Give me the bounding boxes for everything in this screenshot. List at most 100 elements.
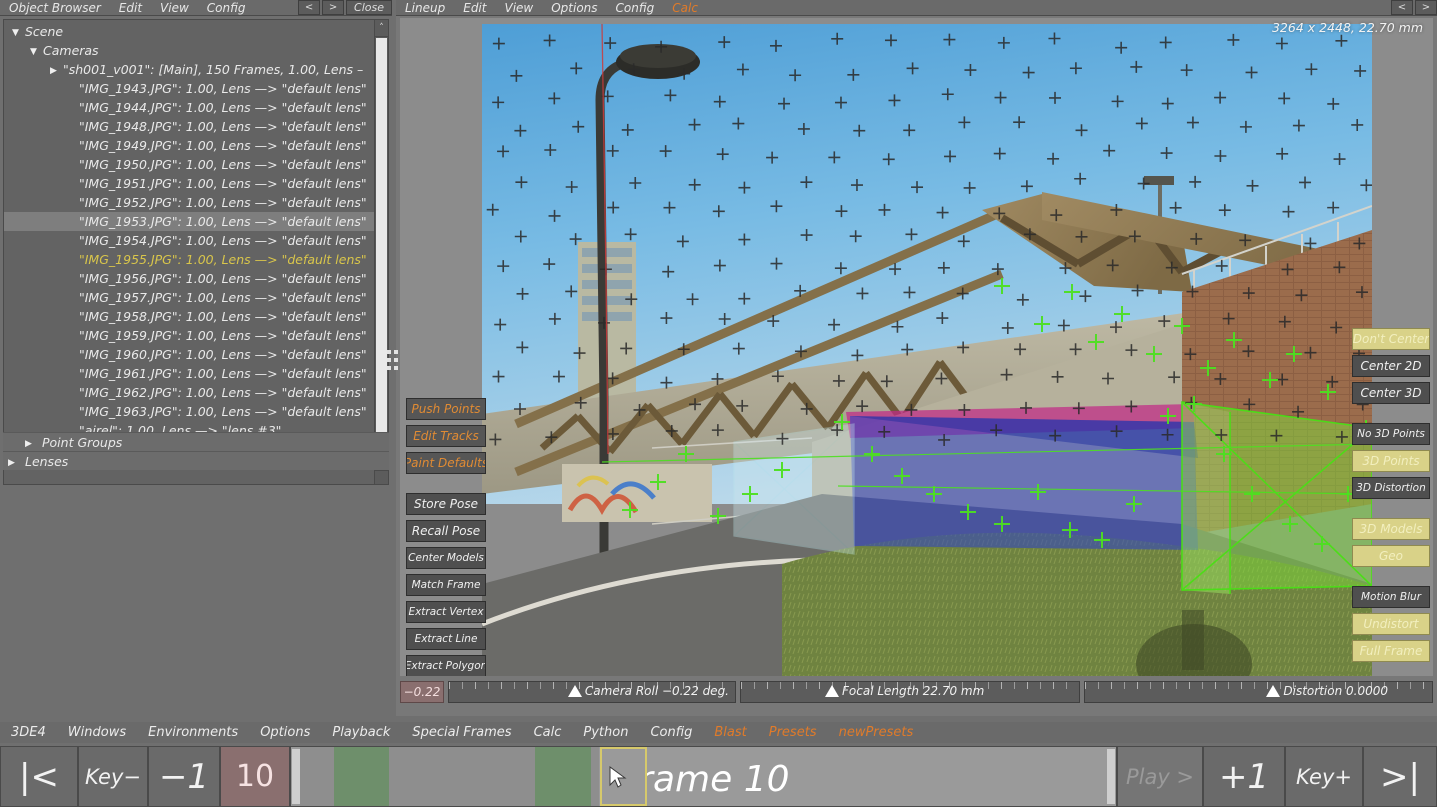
chevron-right-icon[interactable]: ▶ (50, 62, 63, 81)
panel-splitter-handle[interactable] (385, 330, 392, 390)
tree-node-camera[interactable]: "IMG_1951.JPG": 1.00, Lens —> "default l… (4, 174, 374, 193)
app-menu-playback[interactable]: Playback (321, 725, 401, 740)
menu-lineup[interactable]: Lineup (396, 0, 454, 15)
play-button[interactable]: Play > (1117, 746, 1203, 807)
app-menu-options[interactable]: Options (249, 725, 321, 740)
chevron-down-icon[interactable]: ▼ (30, 43, 43, 62)
menu-options[interactable]: Options (542, 0, 606, 15)
menu-view[interactable]: View (495, 0, 542, 15)
tree-node-group[interactable]: ▼ Scene (4, 22, 374, 41)
next-button[interactable]: > (1415, 0, 1437, 15)
scrollbar-thumb[interactable] (376, 38, 387, 469)
app-menu-config[interactable]: Config (639, 725, 703, 740)
app-menu-windows[interactable]: Windows (57, 725, 137, 740)
tree-node-camera[interactable]: "IMG_1960.JPG": 1.00, Lens —> "default l… (4, 345, 374, 364)
prev-button[interactable]: < (298, 0, 321, 15)
step-forward-button[interactable]: +1 (1203, 746, 1285, 807)
tree-node-point-groups[interactable]: ▶ Point Groups (3, 432, 389, 451)
right-tool-no-3d-points[interactable]: No 3D Points (1352, 423, 1430, 445)
menu-calc[interactable]: Calc (663, 0, 707, 15)
app-menu-special-frames[interactable]: Special Frames (401, 725, 522, 740)
left-tool-edit-tracks[interactable]: Edit Tracks (406, 425, 486, 447)
left-tool-center-models[interactable]: Center Models (406, 547, 486, 569)
left-tool-paint-defaults[interactable]: Paint Defaults (406, 452, 486, 474)
focal-length-slider[interactable]: Focal Length 22.70 mm (740, 681, 1080, 703)
tree-node-camera[interactable]: "IMG_1963.JPG": 1.00, Lens —> "default l… (4, 402, 374, 421)
right-tool-motion-blur[interactable]: Motion Blur (1352, 586, 1430, 608)
tree-node-camera[interactable]: "IMG_1955.JPG": 1.00, Lens —> "default l… (4, 250, 374, 269)
right-tool-3d-distortion[interactable]: 3D Distortion (1352, 477, 1430, 499)
tree-node-camera[interactable]: "IMG_1961.JPG": 1.00, Lens —> "default l… (4, 364, 374, 383)
go-to-end-button[interactable]: >| (1363, 746, 1437, 807)
slider-handle-icon[interactable] (567, 685, 582, 697)
app-menu-blast[interactable]: Blast (703, 725, 757, 740)
lineup-canvas[interactable]: 3264 x 2448, 22.70 mm Push Points Edit Tr… (400, 18, 1433, 676)
timeline-playhead[interactable] (600, 747, 647, 806)
left-tool-extract-vertex[interactable]: Extract Vertex (406, 601, 486, 623)
right-tool-undistort[interactable]: Undistort (1352, 613, 1430, 635)
app-menu-3de4[interactable]: 3DE4 (0, 725, 57, 740)
app-menu-presets[interactable]: Presets (758, 725, 828, 740)
current-frame-field[interactable]: 10 (220, 746, 290, 807)
prev-button[interactable]: < (1391, 0, 1413, 15)
left-tool-store-pose[interactable]: Store Pose (406, 493, 486, 515)
menu-config[interactable]: Config (607, 0, 664, 15)
chevron-right-icon[interactable]: ▶ (8, 454, 21, 473)
app-menu-calc[interactable]: Calc (523, 725, 573, 740)
right-tool-3d-models[interactable]: 3D Models (1352, 518, 1430, 540)
scene-tree-scrollbar[interactable]: ˄ (374, 20, 388, 484)
menu-config[interactable]: Config (198, 0, 255, 15)
previous-key-button[interactable]: Key− (78, 746, 148, 807)
camera-roll-value[interactable]: −0.22 (400, 681, 444, 703)
tree-node-group[interactable]: ▼ Cameras (4, 41, 374, 60)
camera-plate-image[interactable] (482, 24, 1372, 676)
tree-node-camera[interactable]: "IMG_1956.JPG": 1.00, Lens —> "default l… (4, 269, 374, 288)
right-tool-center-2d[interactable]: Center 2D (1352, 355, 1430, 377)
menu-view[interactable]: View (151, 0, 198, 15)
tree-node-camera[interactable]: "IMG_1943.JPG": 1.00, Lens —> "default l… (4, 79, 374, 98)
tree-node-camera[interactable]: "IMG_1949.JPG": 1.00, Lens —> "default l… (4, 136, 374, 155)
viewport-splitter-handle[interactable] (392, 330, 399, 390)
scene-tree[interactable]: ▼ Scene ▼ Cameras ▶ "sh001_v001": [Main], 150… (4, 20, 374, 484)
tree-node-camera[interactable]: "IMG_1950.JPG": 1.00, Lens —> "default l… (4, 155, 374, 174)
tree-node-camera[interactable]: "IMG_1952.JPG": 1.00, Lens —> "default l… (4, 193, 374, 212)
right-tool-3d-points[interactable]: 3D Points (1352, 450, 1430, 472)
menu-edit[interactable]: Edit (454, 0, 495, 15)
go-to-start-button[interactable]: |< (0, 746, 78, 807)
camera-roll-slider[interactable]: Camera Roll −0.22 deg. (448, 681, 736, 703)
right-tool-don-t-center[interactable]: Don't Center (1352, 328, 1430, 350)
tree-node-camera[interactable]: "IMG_1957.JPG": 1.00, Lens —> "default l… (4, 288, 374, 307)
scroll-down-icon[interactable] (375, 470, 388, 484)
chevron-down-icon[interactable]: ▼ (12, 24, 25, 43)
left-tool-extract-polygon[interactable]: Extract Polygon (406, 655, 486, 676)
slider-handle-icon[interactable] (1266, 685, 1281, 697)
left-tool-recall-pose[interactable]: Recall Pose (406, 520, 486, 542)
app-menu-newpresets[interactable]: newPresets (828, 725, 925, 740)
right-tool-geo[interactable]: Geo (1352, 545, 1430, 567)
tree-node-camera[interactable]: "IMG_1958.JPG": 1.00, Lens —> "default l… (4, 307, 374, 326)
tree-node-camera[interactable]: "IMG_1962.JPG": 1.00, Lens —> "default l… (4, 383, 374, 402)
scroll-up-icon[interactable]: ˄ (375, 20, 388, 37)
next-key-button[interactable]: Key+ (1285, 746, 1363, 807)
right-tool-center-3d[interactable]: Center 3D (1352, 382, 1430, 404)
right-tool-full-frame[interactable]: Full Frame (1352, 640, 1430, 662)
tree-node-lenses[interactable]: ▶ Lenses (3, 451, 389, 470)
menu-object-browser[interactable]: Object Browser (0, 0, 110, 15)
tree-node-camera[interactable]: "IMG_1944.JPG": 1.00, Lens —> "default l… (4, 98, 374, 117)
distortion-slider[interactable]: Distortion 0.0000 (1084, 681, 1433, 703)
left-tool-push-points[interactable]: Push Points (406, 398, 486, 420)
tree-node-camera[interactable]: "IMG_1948.JPG": 1.00, Lens —> "default l… (4, 117, 374, 136)
close-button[interactable]: Close (346, 0, 392, 15)
tree-node-camera[interactable]: "IMG_1959.JPG": 1.00, Lens —> "default l… (4, 326, 374, 345)
app-menu-environments[interactable]: Environments (137, 725, 249, 740)
slider-handle-icon[interactable] (825, 685, 839, 697)
left-tool-match-frame[interactable]: Match Frame (406, 574, 486, 596)
tree-node-camera[interactable]: "IMG_1953.JPG": 1.00, Lens —> "default l… (4, 212, 374, 231)
left-tool-extract-line[interactable]: Extract Line (406, 628, 486, 650)
tree-node-camera[interactable]: "IMG_1954.JPG": 1.00, Lens —> "default l… (4, 231, 374, 250)
step-backward-button[interactable]: −1 (148, 746, 220, 807)
timeline-track[interactable]: Frame 10 (290, 746, 1117, 807)
menu-edit[interactable]: Edit (110, 0, 151, 15)
tree-node-group[interactable]: ▶ "sh001_v001": [Main], 150 Frames, 1.00,… (4, 60, 374, 79)
next-button[interactable]: > (322, 0, 345, 15)
